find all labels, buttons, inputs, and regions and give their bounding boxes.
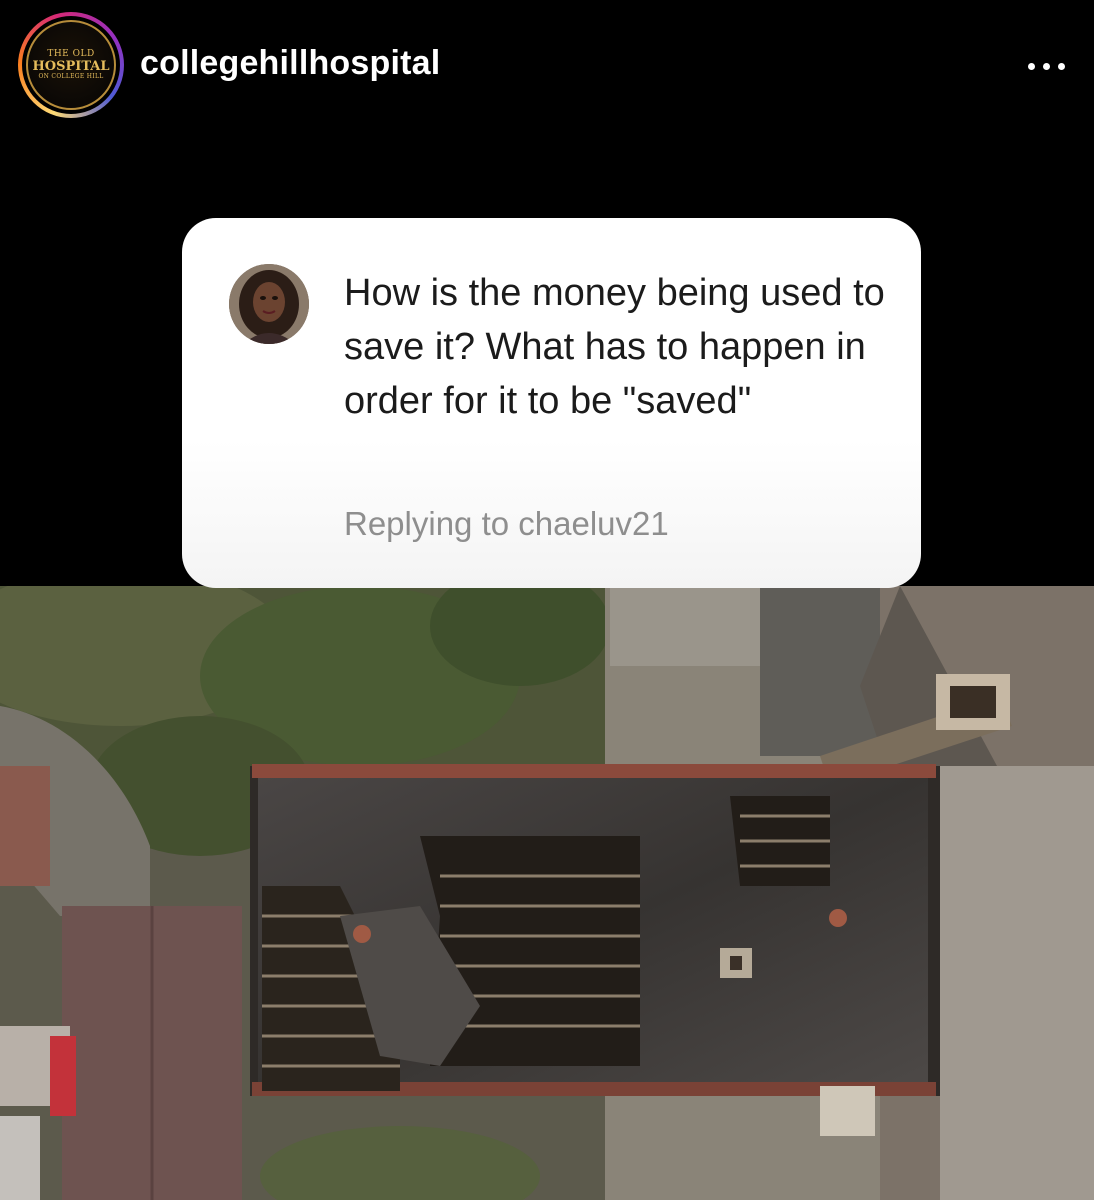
question-text: How is the money being used to save it? … [344,272,885,422]
post-photo-aerial-roof [0,586,1094,1200]
reply-context: Replying to chaeluv21 [344,505,669,543]
reply-to-username[interactable]: chaeluv21 [518,505,668,542]
post-header: THE OLD HOSPITAL ON COLLEGE HILL college… [0,0,1094,130]
username-link[interactable]: collegehillhospital [140,44,440,83]
asker-avatar [229,264,309,344]
question-sticker-card: How is the money being used to save it? … [182,218,921,588]
reply-prefix-label: Replying to [344,505,510,542]
more-options-button[interactable] [1016,46,1076,86]
profile-avatar-ring[interactable]: THE OLD HOSPITAL ON COLLEGE HILL [18,12,124,118]
hospital-logo: THE OLD HOSPITAL ON COLLEGE HILL [26,20,116,110]
more-horizontal-icon [1027,62,1035,70]
